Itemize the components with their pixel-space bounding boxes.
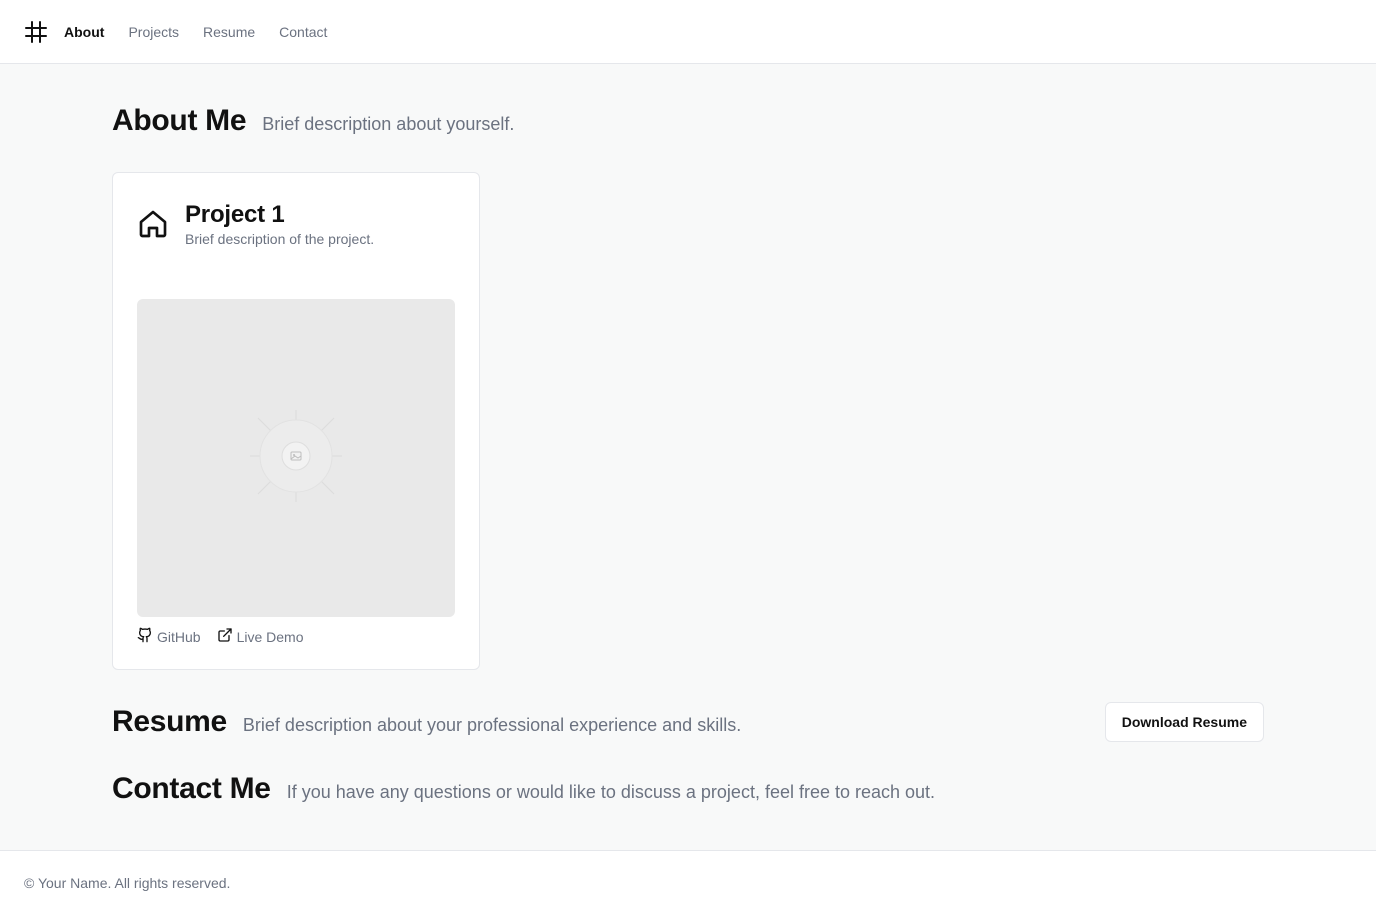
project-card-header: Project 1 Brief description of the proje… (137, 201, 374, 247)
project-image-placeholder (137, 299, 455, 617)
resume-description: Brief description about your professiona… (242, 715, 742, 735)
external-link-icon (217, 627, 233, 646)
nav-item-about[interactable]: About (64, 24, 104, 40)
project-links: GitHub Live Demo (137, 627, 304, 646)
site-header: About Projects Resume Contact (0, 0, 1376, 64)
download-resume-button[interactable]: Download Resume (1104, 702, 1264, 742)
github-link-label: GitHub (157, 628, 201, 645)
main-nav: About Projects Resume Contact (64, 24, 327, 40)
project-title: Project 1 (185, 201, 285, 228)
nav-item-projects[interactable]: Projects (128, 24, 179, 40)
live-demo-link[interactable]: Live Demo (217, 627, 304, 646)
github-link[interactable]: GitHub (137, 627, 201, 646)
resume-title: Resume (112, 705, 227, 738)
github-icon (137, 627, 153, 646)
site-footer: © Your Name. All rights reserved. (0, 850, 1376, 914)
nav-item-contact[interactable]: Contact (279, 24, 327, 40)
image-placeholder-icon (246, 406, 346, 511)
about-title: About Me (112, 104, 247, 137)
home-icon (137, 208, 169, 240)
project-card: Project 1 Brief description of the proje… (112, 172, 480, 670)
contact-section: Contact Me If you have any questions or … (112, 772, 935, 806)
nav-item-resume[interactable]: Resume (203, 24, 255, 40)
hash-icon[interactable] (24, 20, 48, 44)
project-description: Brief description of the project. (185, 231, 375, 247)
copyright-text: © Your Name. All rights reserved. (24, 874, 231, 891)
resume-section: Resume Brief description about your prof… (112, 702, 1264, 742)
contact-title: Contact Me (112, 772, 271, 805)
live-demo-link-label: Live Demo (236, 628, 304, 645)
about-description: Brief description about yourself. (262, 114, 515, 134)
about-section: About Me Brief description about yoursel… (112, 104, 514, 138)
contact-description: If you have any questions or would like … (286, 782, 936, 802)
